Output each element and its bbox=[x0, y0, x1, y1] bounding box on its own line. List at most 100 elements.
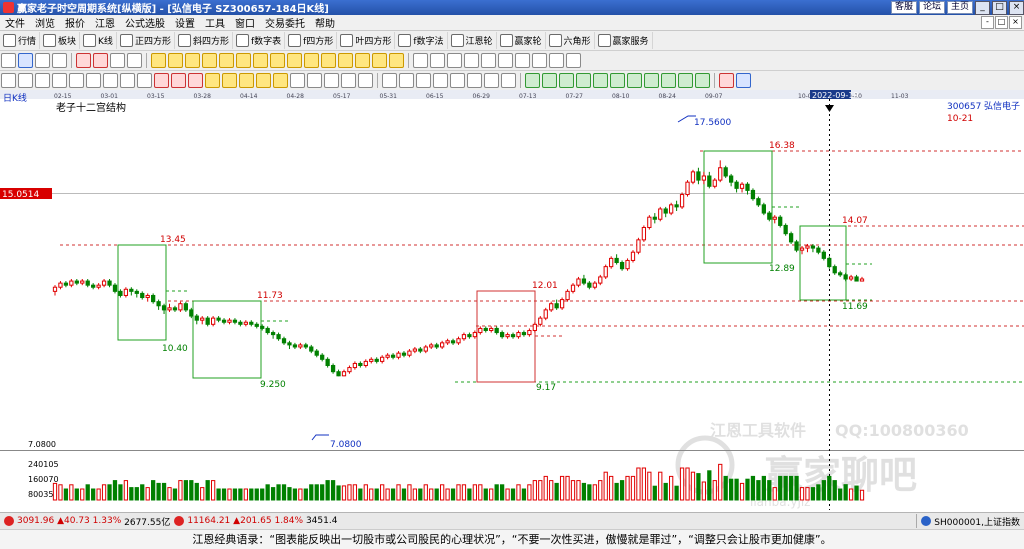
period-icon[interactable] bbox=[290, 73, 305, 88]
wave-icon[interactable] bbox=[273, 73, 288, 88]
grid-icon[interactable] bbox=[610, 73, 625, 88]
period-icon[interactable] bbox=[358, 73, 373, 88]
diamond-icon[interactable] bbox=[321, 53, 336, 68]
kline-chart[interactable]: 江恩工具软件 QQ:100800360 赢家聊吧 lianba.yjlz 日K线… bbox=[0, 90, 1024, 510]
cycle-icon[interactable] bbox=[467, 73, 482, 88]
menu-browse[interactable]: 浏览 bbox=[30, 15, 60, 30]
child-minimize-button[interactable]: - bbox=[981, 16, 994, 29]
shanghai-index-status[interactable]: 3091.96 ▲40.73 1.33% 2677.55亿 bbox=[4, 515, 170, 528]
tool-number-table[interactable]: f数字表 bbox=[233, 32, 286, 49]
close-button[interactable]: × bbox=[1009, 0, 1024, 15]
diamond-icon[interactable] bbox=[151, 53, 166, 68]
indicator-icon[interactable] bbox=[18, 73, 33, 88]
cycle-icon[interactable] bbox=[399, 73, 414, 88]
arrow-down-icon[interactable] bbox=[52, 53, 67, 68]
period-icon[interactable] bbox=[307, 73, 322, 88]
crosshair-icon[interactable] bbox=[430, 53, 445, 68]
channel-icon[interactable] bbox=[481, 53, 496, 68]
minimize-button[interactable]: _ bbox=[975, 0, 990, 15]
diamond-icon[interactable] bbox=[168, 53, 183, 68]
diamond-icon[interactable] bbox=[202, 53, 217, 68]
grid-icon[interactable] bbox=[627, 73, 642, 88]
cycle-icon[interactable] bbox=[501, 73, 516, 88]
tool-winner-service[interactable]: 赢家服务 bbox=[595, 32, 653, 49]
tool-number-method[interactable]: f数字法 bbox=[395, 32, 448, 49]
cycle-icon[interactable] bbox=[433, 73, 448, 88]
maximize-button[interactable]: □ bbox=[992, 0, 1007, 15]
indicator-icon[interactable] bbox=[1, 73, 16, 88]
grid-icon[interactable] bbox=[559, 73, 574, 88]
grid-icon[interactable] bbox=[644, 73, 659, 88]
cursor-icon[interactable] bbox=[1, 53, 16, 68]
indicator-icon[interactable] bbox=[86, 73, 101, 88]
grid-icon[interactable] bbox=[525, 73, 540, 88]
wave-icon[interactable] bbox=[256, 73, 271, 88]
tool-winner-wheel[interactable]: 赢家轮 bbox=[497, 32, 546, 49]
menu-gann[interactable]: 江恩 bbox=[90, 15, 120, 30]
zoom-icon[interactable] bbox=[18, 53, 33, 68]
tool-diagonal-square[interactable]: 斜四方形 bbox=[175, 32, 233, 49]
wave-icon[interactable] bbox=[222, 73, 237, 88]
ray-icon[interactable] bbox=[464, 53, 479, 68]
box-icon[interactable] bbox=[532, 53, 547, 68]
diamond-icon[interactable] bbox=[219, 53, 234, 68]
diamond-icon[interactable] bbox=[355, 53, 370, 68]
prev-icon[interactable] bbox=[76, 53, 91, 68]
service-link[interactable]: 客服 bbox=[890, 1, 917, 14]
tool-gann-wheel[interactable]: 江恩轮 bbox=[448, 32, 497, 49]
period-icon[interactable] bbox=[341, 73, 356, 88]
arc-icon[interactable] bbox=[515, 53, 530, 68]
diamond-icon[interactable] bbox=[270, 53, 285, 68]
menu-trade[interactable]: 交易委托 bbox=[260, 15, 310, 30]
tool-kline[interactable]: K线 bbox=[80, 32, 117, 49]
cycle-icon[interactable] bbox=[484, 73, 499, 88]
grid-icon[interactable] bbox=[661, 73, 676, 88]
cycle-icon[interactable] bbox=[416, 73, 431, 88]
indicator-icon[interactable] bbox=[137, 73, 152, 88]
shenzhen-index-status[interactable]: 11164.21 ▲201.65 1.84% 3451.4 bbox=[174, 516, 337, 526]
text-icon[interactable] bbox=[549, 53, 564, 68]
gann-fan-icon[interactable] bbox=[171, 73, 186, 88]
cycle-icon[interactable] bbox=[382, 73, 397, 88]
gann-fan-icon[interactable] bbox=[154, 73, 169, 88]
diamond-icon[interactable] bbox=[372, 53, 387, 68]
indicator-icon[interactable] bbox=[103, 73, 118, 88]
grid-icon[interactable] bbox=[695, 73, 710, 88]
arrow-up-icon[interactable] bbox=[35, 53, 50, 68]
line-icon[interactable] bbox=[447, 53, 462, 68]
tool-quotes[interactable]: 行情 bbox=[0, 32, 41, 49]
wave-icon[interactable] bbox=[239, 73, 254, 88]
fan-icon[interactable] bbox=[498, 53, 513, 68]
wave-icon[interactable] bbox=[205, 73, 220, 88]
child-restore-button[interactable]: □ bbox=[995, 16, 1008, 29]
menu-window[interactable]: 窗口 bbox=[230, 15, 260, 30]
color-icon[interactable] bbox=[719, 73, 734, 88]
menu-formula[interactable]: 公式选股 bbox=[120, 15, 170, 30]
tool-square[interactable]: 正四方形 bbox=[117, 32, 175, 49]
last-icon[interactable] bbox=[127, 53, 142, 68]
tool-sector[interactable]: 板块 bbox=[40, 32, 81, 49]
diamond-icon[interactable] bbox=[389, 53, 404, 68]
grid-icon[interactable] bbox=[576, 73, 591, 88]
delete-icon[interactable] bbox=[566, 53, 581, 68]
next-icon[interactable] bbox=[93, 53, 108, 68]
indicator-icon[interactable] bbox=[35, 73, 50, 88]
indicator-icon[interactable] bbox=[52, 73, 67, 88]
kline-chart-area[interactable]: 江恩工具软件 QQ:100800360 赢家聊吧 lianba.yjlz 日K线… bbox=[0, 90, 1024, 510]
grid-icon[interactable] bbox=[678, 73, 693, 88]
menu-tools[interactable]: 工具 bbox=[200, 15, 230, 30]
indicator-icon[interactable] bbox=[120, 73, 135, 88]
diamond-icon[interactable] bbox=[338, 53, 353, 68]
indicator-icon[interactable] bbox=[69, 73, 84, 88]
diamond-icon[interactable] bbox=[253, 53, 268, 68]
infinity-icon[interactable] bbox=[736, 73, 751, 88]
period-icon[interactable] bbox=[324, 73, 339, 88]
child-close-button[interactable]: × bbox=[1009, 16, 1022, 29]
gann-fan-icon[interactable] bbox=[188, 73, 203, 88]
diamond-icon[interactable] bbox=[287, 53, 302, 68]
diamond-icon[interactable] bbox=[185, 53, 200, 68]
diamond-icon[interactable] bbox=[236, 53, 251, 68]
forum-link[interactable]: 论坛 bbox=[918, 1, 945, 14]
first-icon[interactable] bbox=[110, 53, 125, 68]
menu-file[interactable]: 文件 bbox=[0, 15, 30, 30]
